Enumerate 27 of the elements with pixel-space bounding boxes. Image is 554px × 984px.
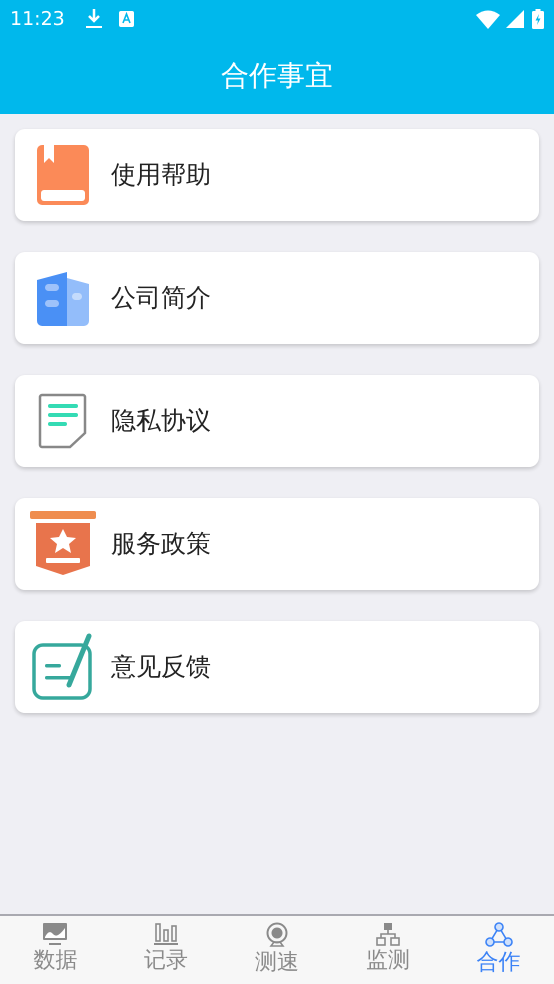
menu-card[interactable]: 隐私协议 bbox=[15, 375, 539, 467]
menu-card[interactable]: 使用帮助 bbox=[15, 129, 539, 221]
battery-icon bbox=[532, 9, 544, 29]
wifi-icon bbox=[476, 10, 500, 28]
menu-label: 使用帮助 bbox=[111, 159, 211, 192]
network-icon bbox=[374, 922, 401, 946]
menu-card[interactable]: 意见反馈 bbox=[15, 621, 539, 713]
menu-card[interactable]: 公司简介 bbox=[15, 252, 539, 344]
ribbon-icon bbox=[30, 511, 96, 577]
picture-frame-icon bbox=[42, 922, 68, 946]
bar-chart-icon bbox=[153, 922, 180, 946]
header-title: 合作事宜 bbox=[221, 58, 333, 94]
feedback-icon bbox=[31, 633, 95, 701]
webcam-icon bbox=[264, 922, 289, 948]
three-circles-icon bbox=[484, 922, 513, 948]
document-icon bbox=[38, 393, 88, 449]
menu-label: 隐私协议 bbox=[111, 405, 211, 438]
download-icon bbox=[84, 8, 103, 30]
menu-label: 公司简介 bbox=[111, 282, 211, 314]
menu-label: 意见反馈 bbox=[111, 651, 211, 684]
book-icon bbox=[36, 144, 90, 206]
app-notification-icon bbox=[118, 11, 134, 27]
cell-signal-icon bbox=[506, 10, 524, 28]
status-time: 11:23 bbox=[10, 6, 65, 32]
menu-label: 服务政策 bbox=[111, 528, 211, 560]
menu-card[interactable]: 服务政策 bbox=[15, 498, 539, 590]
building-icon bbox=[37, 270, 89, 326]
